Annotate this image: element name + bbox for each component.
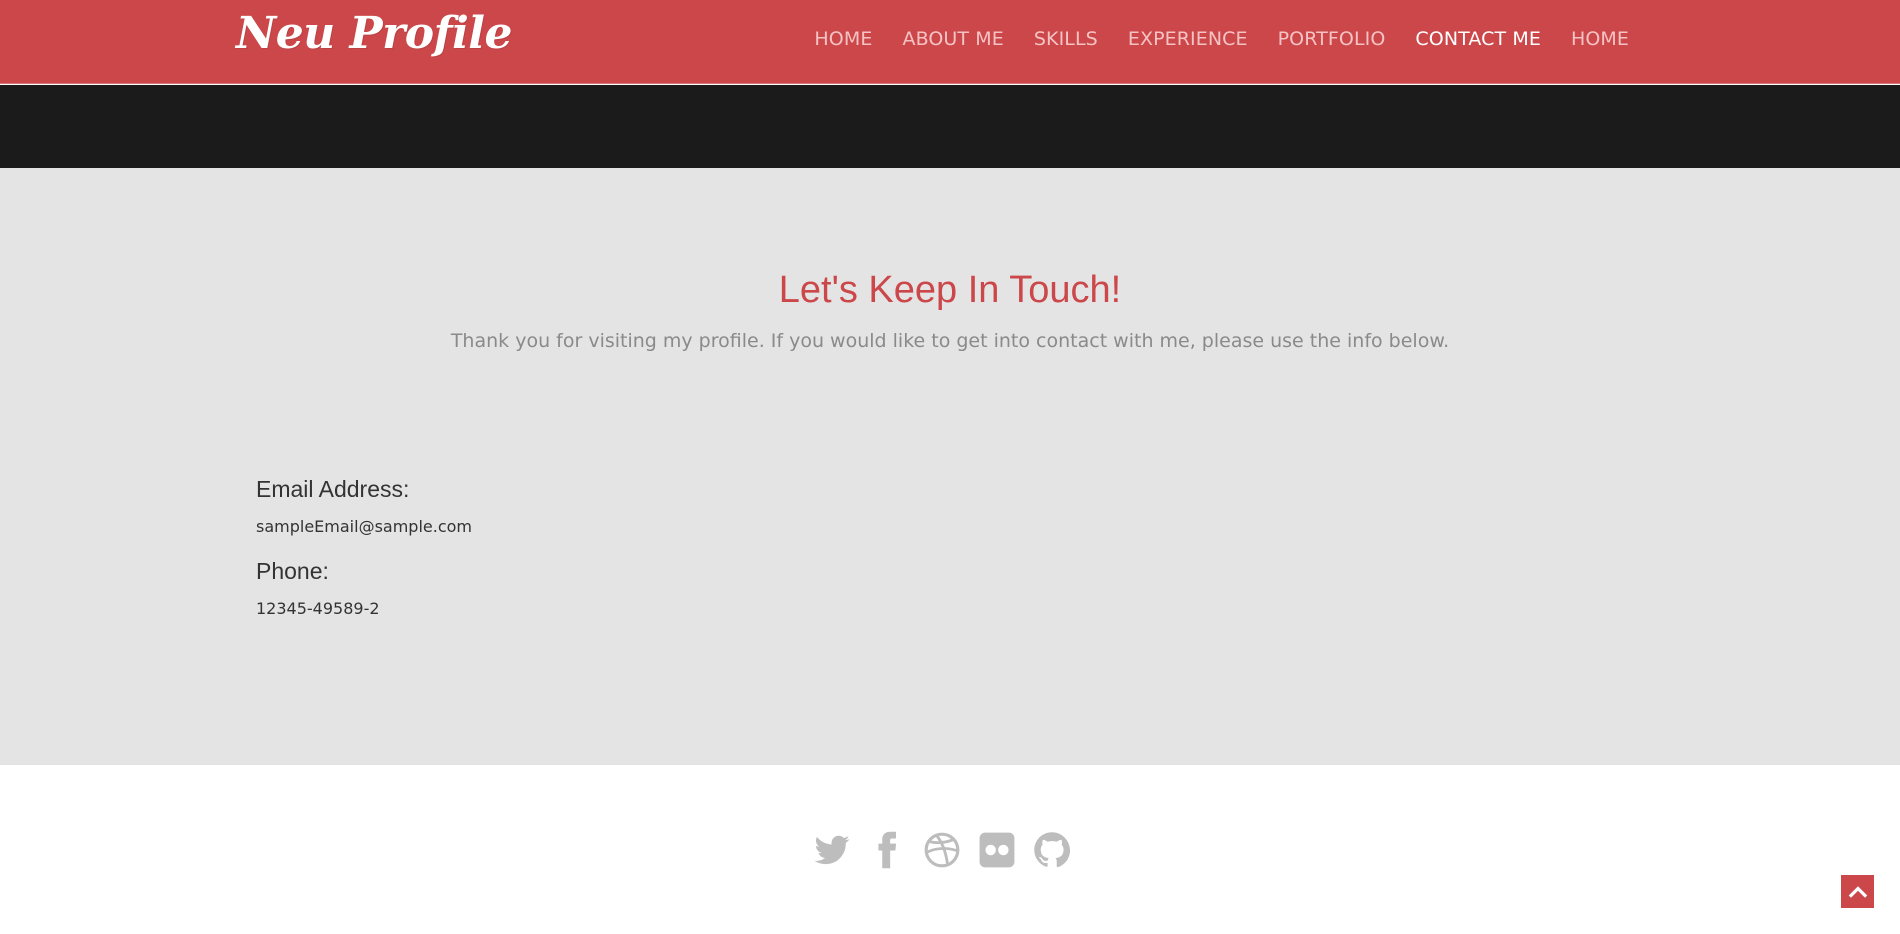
dribbble-icon[interactable] [922, 830, 962, 870]
brand-logo[interactable]: Neu Profile [236, 8, 513, 59]
nav-item-experience[interactable]: EXPERIENCE [1128, 28, 1248, 50]
nav-item-portfolio[interactable]: PORTFOLIO [1278, 28, 1386, 50]
email-value: sampleEmail@sample.com [256, 517, 472, 536]
social-links [812, 830, 1087, 870]
facebook-icon[interactable] [867, 830, 907, 870]
navbar: Neu Profile HOME ABOUT ME SKILLS EXPERIE… [0, 0, 1900, 84]
footer [0, 765, 1900, 934]
github-icon[interactable] [1032, 830, 1072, 870]
phone-label: Phone: [256, 558, 329, 584]
contact-section: Let's Keep In Touch! Thank you for visit… [0, 168, 1900, 765]
email-label: Email Address: [256, 476, 410, 502]
nav-item-home[interactable]: HOME [814, 28, 872, 50]
contact-subtitle: Thank you for visiting my profile. If yo… [450, 330, 1450, 352]
nav-item-about-me[interactable]: ABOUT ME [902, 28, 1003, 50]
main-nav: HOME ABOUT ME SKILLS EXPERIENCE PORTFOLI… [784, 28, 1629, 50]
nav-item-contact-me[interactable]: CONTACT ME [1415, 28, 1541, 50]
back-to-top-button[interactable] [1841, 875, 1874, 908]
nav-item-home-2[interactable]: HOME [1571, 28, 1629, 50]
twitter-icon[interactable] [812, 830, 852, 870]
hero-band [0, 85, 1900, 168]
chevron-up-icon [1848, 885, 1867, 898]
phone-value: 12345-49589-2 [256, 599, 380, 618]
contact-info: Email Address: sampleEmail@sample.com Ph… [256, 476, 472, 618]
contact-title: Let's Keep In Touch! [778, 269, 1122, 311]
flickr-icon[interactable] [977, 830, 1017, 870]
nav-item-skills[interactable]: SKILLS [1034, 28, 1098, 50]
